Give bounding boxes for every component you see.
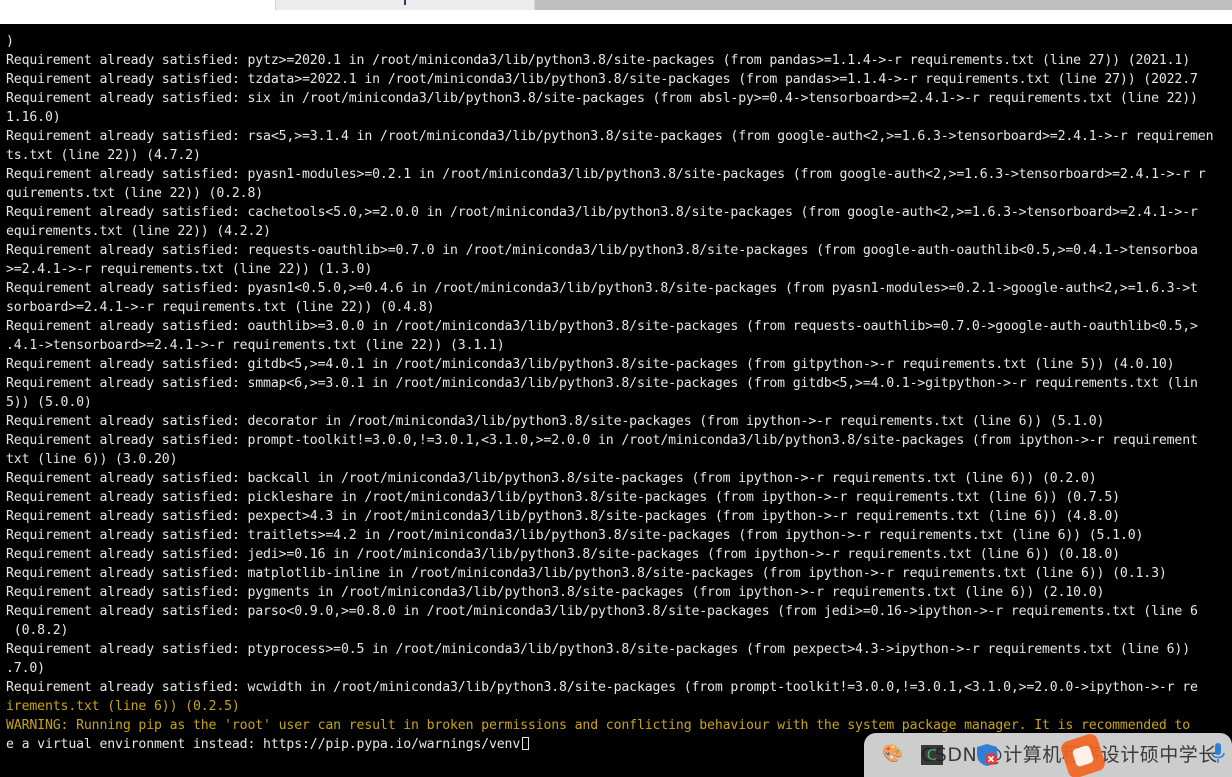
terminal-line: Requirement already satisfied: tzdata>=2… bbox=[6, 72, 1198, 87]
terminal-line: Requirement already satisfied: pexpect>4… bbox=[6, 509, 1120, 524]
browser-chrome-strip bbox=[0, 0, 1232, 24]
terminal-line: .7.0) bbox=[6, 661, 45, 676]
terminal-line: Requirement already satisfied: ptyproces… bbox=[6, 642, 1191, 657]
terminal-line: Requirement already satisfied: matplotli… bbox=[6, 566, 1167, 581]
terminal-line: Requirement already satisfied: requests-… bbox=[6, 243, 1198, 258]
terminal-line: Requirement already satisfied: gitdb<5,>… bbox=[6, 357, 1175, 372]
terminal-line: Requirement already satisfied: pyasn1<0.… bbox=[6, 281, 1198, 296]
terminal-line: txt (line 6)) (3.0.20) bbox=[6, 452, 178, 467]
terminal-line: Requirement already satisfied: pygments … bbox=[6, 585, 1105, 600]
terminal-prompt-line[interactable]: e a virtual environment instead: https:/… bbox=[6, 735, 1232, 754]
terminal-line: Requirement already satisfied: cachetool… bbox=[6, 205, 1198, 220]
terminal-line: equirements.txt (line 22)) (4.2.2) bbox=[6, 224, 271, 239]
terminal-line: ) bbox=[6, 34, 14, 49]
terminal-cursor bbox=[522, 737, 530, 750]
terminal-line: Requirement already satisfied: pytz>=202… bbox=[6, 53, 1191, 68]
terminal-warning-line: WARNING: Running pip as the 'root' user … bbox=[6, 718, 1191, 733]
terminal-line: .4.1->tensorboard>=2.4.1->-r requirement… bbox=[6, 338, 505, 353]
terminal-line: >=2.4.1->-r requirements.txt (line 22)) … bbox=[6, 262, 373, 277]
terminal-line: Requirement already satisfied: decorator… bbox=[6, 414, 1105, 429]
terminal-line: Requirement already satisfied: six in /r… bbox=[6, 91, 1198, 106]
terminal-line: (0.8.2) bbox=[6, 623, 69, 638]
terminal-line: quirements.txt (line 22)) (0.2.8) bbox=[6, 186, 264, 201]
terminal-warning-line: irements.txt (line 6)) (0.2.5) bbox=[6, 699, 240, 714]
terminal-line: Requirement already satisfied: picklesha… bbox=[6, 490, 1120, 505]
terminal-line: Requirement already satisfied: smmap<6,>… bbox=[6, 376, 1198, 391]
terminal-line: Requirement already satisfied: wcwidth i… bbox=[6, 680, 1198, 695]
terminal-line: ts.txt (line 22)) (4.7.2) bbox=[6, 148, 201, 163]
terminal-line: Requirement already satisfied: parso<0.9… bbox=[6, 604, 1198, 619]
terminal-line: Requirement already satisfied: prompt-to… bbox=[6, 433, 1198, 448]
terminal-line: sorboard>=2.4.1->-r requirements.txt (li… bbox=[6, 300, 435, 315]
terminal-line: Requirement already satisfied: oauthlib>… bbox=[6, 319, 1198, 334]
text-caret-icon bbox=[404, 0, 406, 5]
terminal-line: Requirement already satisfied: backcall … bbox=[6, 471, 1097, 486]
terminal-line: 1.16.0) bbox=[6, 110, 61, 125]
terminal-line: 5)) (5.0.0) bbox=[6, 395, 92, 410]
terminal-line: Requirement already satisfied: traitlets… bbox=[6, 528, 1144, 543]
terminal-output-pane[interactable]: ) Requirement already satisfied: pytz>=2… bbox=[0, 24, 1232, 777]
terminal-line: Requirement already satisfied: pyasn1-mo… bbox=[6, 167, 1206, 182]
terminal-prompt-text: e a virtual environment instead: https:/… bbox=[6, 737, 521, 752]
terminal-line: Requirement already satisfied: rsa<5,>=3… bbox=[6, 129, 1214, 144]
screen-root: ) Requirement already satisfied: pytz>=2… bbox=[0, 0, 1232, 777]
terminal-line: Requirement already satisfied: jedi>=0.1… bbox=[6, 547, 1120, 562]
